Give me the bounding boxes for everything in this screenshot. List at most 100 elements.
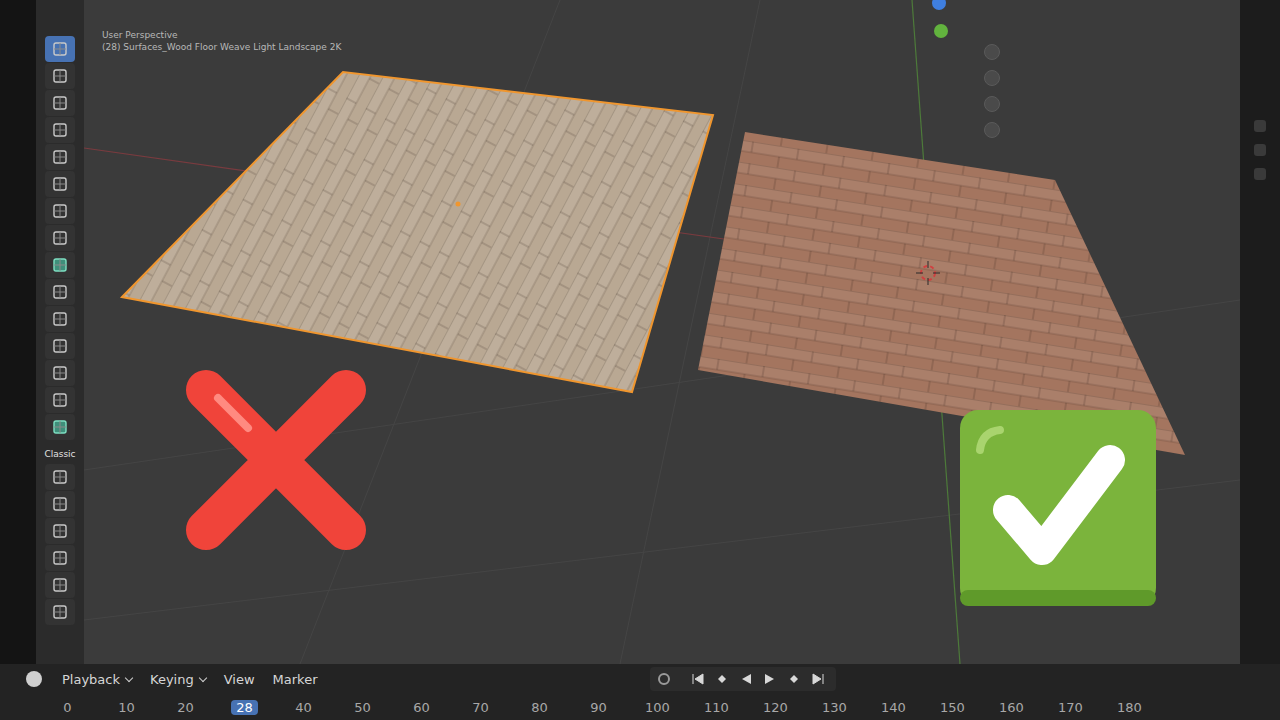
tool-button[interactable] [45,279,75,305]
frame-tick: 28 [215,700,274,715]
camera-icon[interactable] [984,96,1000,112]
tool-icon [51,391,69,409]
y-axis-icon[interactable] [934,24,948,38]
tool-button[interactable] [45,333,75,359]
navigation-buttons [984,44,1000,138]
perspective-icon[interactable] [984,122,1000,138]
frame-tick: 180 [1100,700,1159,715]
zoom-icon[interactable] [984,44,1000,60]
frame-tick: 50 [333,700,392,715]
frame-tick: 170 [1041,700,1100,715]
frame-tick: 0 [38,700,97,715]
timeline-menu[interactable]: View [218,670,261,689]
tool-button[interactable] [45,360,75,386]
navigation-gizmo[interactable] [932,0,952,44]
timeline-menu[interactable]: Marker [267,670,324,689]
tool-icon [51,495,69,513]
z-axis-icon[interactable] [932,0,946,10]
tool-icon [51,522,69,540]
frame-number: 110 [704,700,729,715]
tool-button[interactable] [45,144,75,170]
tool-button[interactable] [45,414,75,440]
tool-button[interactable] [45,572,75,598]
frame-tick: 150 [923,700,982,715]
tool-button[interactable] [45,171,75,197]
tool-button[interactable] [45,225,75,251]
panel-icon[interactable] [1254,144,1266,156]
next-key-icon[interactable] [784,670,804,688]
tool-button[interactable] [45,90,75,116]
play-reverse-icon[interactable] [736,670,756,688]
tool-icon [51,576,69,594]
blender-window: ClassicUser Perspective(28) Surfaces_Woo… [0,0,1280,720]
frame-tick: 120 [746,700,805,715]
tool-button[interactable] [45,63,75,89]
chevron-icon [125,673,133,681]
panel-icon[interactable] [1254,120,1266,132]
prev-key-icon[interactable] [712,670,732,688]
viewport-header: User Perspective (28) Surfaces_Wood Floor… [84,0,341,52]
timeline: PlaybackKeyingViewMarker0102028405060708… [0,664,1280,720]
timeline-menu[interactable]: Keying [144,670,212,689]
editor-type-icon[interactable] [26,671,42,687]
jump-start-icon[interactable] [688,670,708,688]
pan-icon[interactable] [984,70,1000,86]
tool-icon [51,175,69,193]
frame-number: 70 [472,700,489,715]
panel-icon[interactable] [1254,168,1266,180]
frame-number: 160 [999,700,1024,715]
frame-tick: 160 [982,700,1041,715]
floor-plane[interactable] [122,72,713,392]
frame-tick: 90 [569,700,628,715]
frame-number: 180 [1117,700,1142,715]
3d-cursor-icon[interactable] [916,261,940,285]
tool-button[interactable] [45,252,75,278]
chevron-icon [198,673,206,681]
tool-icon [51,67,69,85]
tool-button[interactable] [45,117,75,143]
frame-tick: 10 [97,700,156,715]
tool-icon [51,94,69,112]
tool-button[interactable] [45,599,75,625]
frame-tick: 130 [805,700,864,715]
tool-icon [51,256,69,274]
tool-button[interactable] [45,306,75,332]
tool-icon [51,418,69,436]
check-mark-icon [960,410,1156,606]
timeline-header: Playback Keying View Marker [0,664,1280,694]
viewport-info-text: User Perspective [102,30,341,40]
frame-number: 60 [413,700,430,715]
tool-icon [51,283,69,301]
tool-button[interactable] [45,518,75,544]
tool-icon [51,364,69,382]
frame-tick: 20 [156,700,215,715]
frame-number: 0 [63,700,71,715]
current-frame[interactable]: 28 [231,700,258,715]
tool-button[interactable] [45,36,75,62]
frame-number: 100 [645,700,670,715]
frame-number: 150 [940,700,965,715]
side-panel [1240,0,1280,664]
frame-tick: 70 [451,700,510,715]
play-icon[interactable] [760,670,780,688]
tool-button[interactable] [45,491,75,517]
timeline-menu[interactable]: Playback [56,670,138,689]
tool-icon [51,603,69,621]
frame-number: 170 [1058,700,1083,715]
frame-number: 140 [881,700,906,715]
floor-plane[interactable] [698,132,1185,455]
origin-dot-icon [456,202,461,207]
frame-number: 10 [118,700,135,715]
screen: ClassicUser Perspective(28) Surfaces_Woo… [0,0,1280,664]
viewport-3d[interactable]: User Perspective (28) Surfaces_Wood Floor… [84,0,1240,664]
frame-tick: 140 [864,700,923,715]
frame-ruler[interactable]: 0102028405060708090100110120130140150160… [0,694,1280,720]
jump-end-icon[interactable] [808,670,828,688]
tool-button[interactable] [45,464,75,490]
tool-button[interactable] [45,198,75,224]
auto-key-icon[interactable] [658,673,670,685]
viewport-info-text: (28) Surfaces_Wood Floor Weave Light Lan… [102,42,341,52]
tool-button[interactable] [45,387,75,413]
tool-button[interactable] [45,545,75,571]
tool-icon [51,549,69,567]
